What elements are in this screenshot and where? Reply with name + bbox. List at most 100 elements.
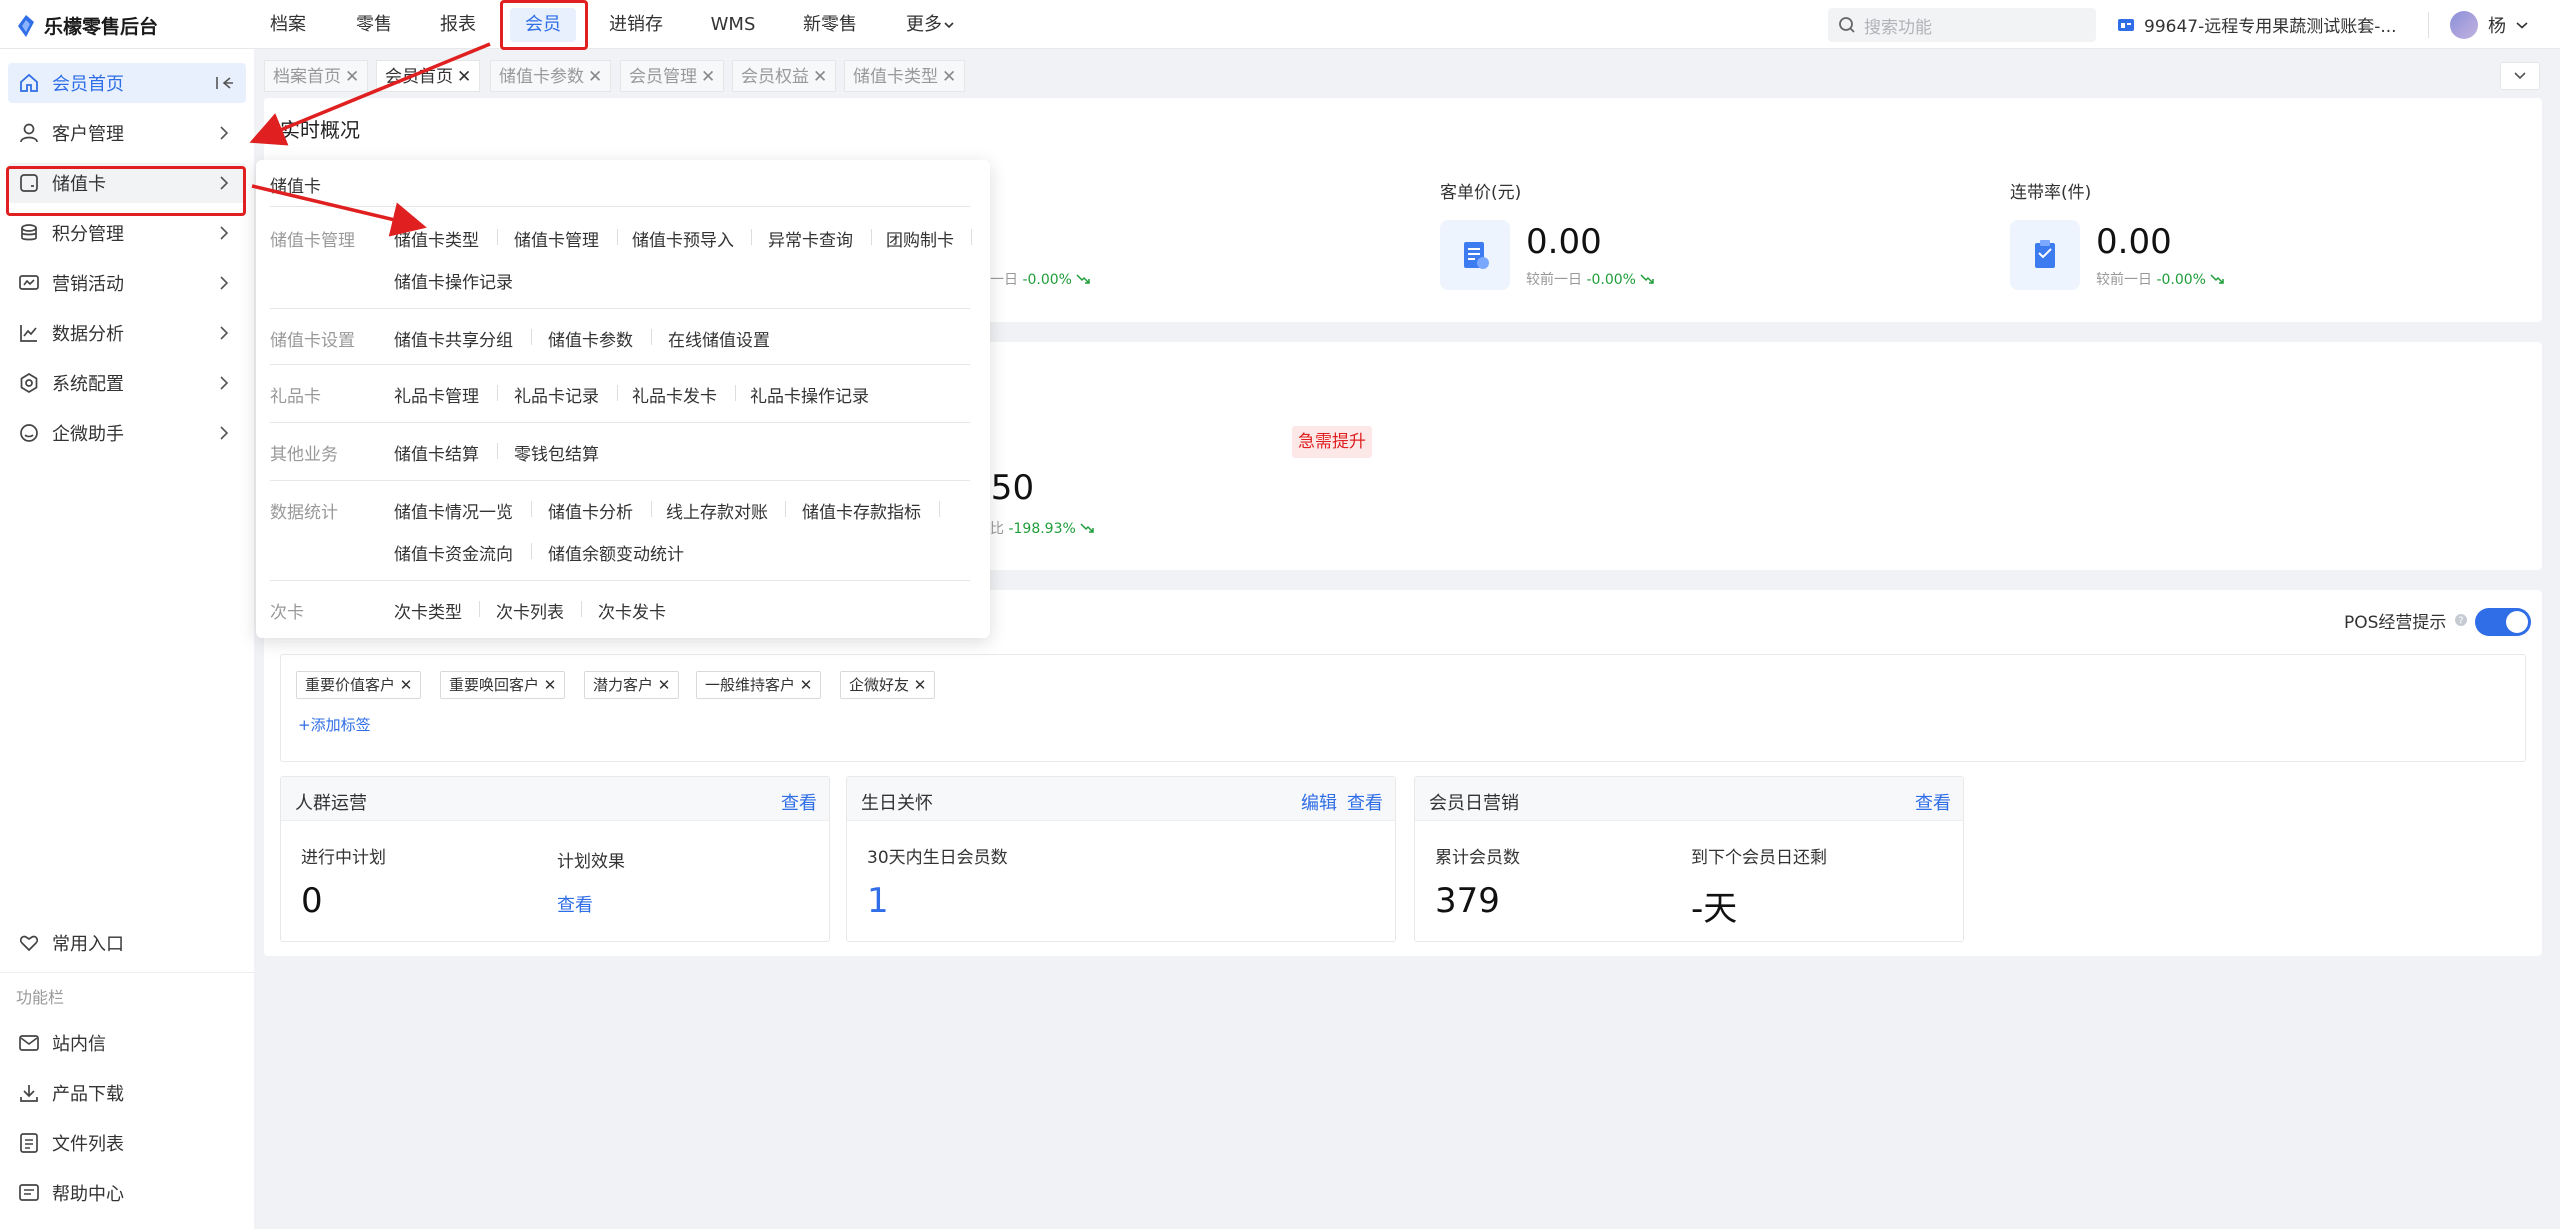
menu-item-group-card-making[interactable]: 团购制卡	[886, 226, 954, 251]
tabs-dropdown-button[interactable]	[2500, 62, 2540, 90]
tab-member-management[interactable]: 会员管理 ✕	[620, 60, 725, 92]
birthday-count-value[interactable]: 1	[867, 881, 889, 921]
close-icon[interactable]: ✕	[544, 676, 557, 694]
menu-item-card-analysis[interactable]: 储值卡分析	[548, 498, 633, 523]
sidebar-item-customer[interactable]: 客户管理	[8, 113, 246, 153]
topnav-item-new-retail[interactable]: 新零售	[800, 0, 860, 49]
tag-chip[interactable]: 一般维持客户 ✕	[696, 671, 822, 699]
sidebar-item-points[interactable]: 积分管理	[8, 213, 246, 253]
collapse-sidebar-icon[interactable]	[214, 73, 234, 93]
view-link[interactable]: 查看	[1915, 789, 1951, 815]
topnav-item-reports[interactable]: 报表	[436, 0, 480, 49]
mega-separator	[479, 601, 480, 617]
plan-effect-link[interactable]: 查看	[557, 891, 593, 917]
sidebar-item-system-config[interactable]: 系统配置	[8, 363, 246, 403]
close-icon[interactable]: ✕	[400, 676, 413, 694]
help-icon[interactable]: ?	[2454, 613, 2468, 627]
svg-text:?: ?	[2458, 616, 2463, 627]
tab-stored-card-params[interactable]: 储值卡参数 ✕	[490, 60, 612, 92]
close-icon[interactable]: ✕	[457, 67, 471, 87]
tab-member-home[interactable]: 会员首页 ✕	[376, 60, 481, 92]
mega-separator	[751, 229, 752, 245]
tag-label: 企微好友	[849, 676, 910, 694]
stat-compare-attach-rate: 较前一日 -0.00%	[2096, 269, 2225, 289]
close-icon[interactable]: ✕	[813, 67, 827, 87]
view-link[interactable]: 查看	[1347, 789, 1383, 815]
compare-text: 较前一日	[1526, 272, 1582, 288]
menu-item-gift-card-operation-log[interactable]: 礼品卡操作记录	[750, 382, 869, 407]
sidebar-item-analytics[interactable]: 数据分析	[8, 313, 246, 353]
close-icon[interactable]: ✕	[588, 67, 602, 87]
topbar-divider	[2428, 12, 2429, 38]
add-tag-link[interactable]: +添加标签	[298, 714, 371, 735]
sidebar-item-wecom[interactable]: 企微助手	[8, 413, 246, 453]
sidebar-item-download[interactable]: 产品下载	[8, 1073, 246, 1113]
menu-item-times-card-issue[interactable]: 次卡发卡	[598, 598, 666, 623]
menu-item-online-deposit-reconcile[interactable]: 线上存款对账	[666, 498, 768, 523]
pos-tip-toggle[interactable]	[2475, 608, 2531, 636]
tag-chip[interactable]: 企微好友 ✕	[840, 671, 936, 699]
sidebar-item-file-list[interactable]: 文件列表	[8, 1123, 246, 1163]
tab-member-rights[interactable]: 会员权益 ✕	[732, 60, 837, 92]
menu-item-online-recharge-settings[interactable]: 在线储值设置	[668, 326, 770, 351]
sidebar-common-entry[interactable]: 常用入口	[8, 923, 246, 963]
store-selector[interactable]: 99647-远程专用果蔬测试账套-...	[2116, 0, 2397, 49]
user-menu[interactable]: 杨	[2450, 0, 2528, 49]
menu-item-wallet-settlement[interactable]: 零钱包结算	[514, 440, 599, 465]
menu-item-card-fund-flow[interactable]: 储值卡资金流向	[394, 540, 513, 565]
close-icon[interactable]: ✕	[914, 676, 927, 694]
mega-separator	[497, 229, 498, 245]
edit-link[interactable]: 编辑	[1301, 789, 1337, 815]
tab-stored-card-type[interactable]: 储值卡类型 ✕	[844, 60, 966, 92]
close-icon[interactable]: ✕	[942, 67, 956, 87]
sidebar-item-help[interactable]: 帮助中心	[8, 1173, 246, 1213]
plan-effect-label: 计划效果	[557, 852, 625, 872]
menu-item-card-preimport[interactable]: 储值卡预导入	[632, 226, 734, 251]
topnav-item-wms[interactable]: WMS	[708, 0, 758, 49]
menu-item-times-card-list[interactable]: 次卡列表	[496, 598, 564, 623]
tab-archive-home[interactable]: 档案首页 ✕	[264, 60, 369, 92]
close-icon[interactable]: ✕	[701, 67, 715, 87]
topnav-item-more[interactable]: 更多	[904, 0, 944, 49]
mega-category: 次卡	[270, 603, 304, 623]
menu-item-card-params[interactable]: 储值卡参数	[548, 326, 633, 351]
tabs-bar: 档案首页 ✕ 会员首页 ✕ 储值卡参数 ✕ 会员管理 ✕ 会员权益 ✕ 储值卡类型 ✕	[264, 58, 2542, 94]
app-logo[interactable]: 乐檬零售后台	[16, 12, 158, 39]
menu-item-card-management[interactable]: 储值卡管理	[514, 226, 599, 251]
tag-chip[interactable]: 重要唤回客户 ✕	[440, 671, 566, 699]
mega-separator	[497, 385, 498, 401]
tab-label: 会员首页	[385, 67, 453, 87]
topnav-item-inventory[interactable]: 进销存	[606, 0, 666, 49]
stat-icon-avg-price	[1440, 220, 1510, 290]
menu-item-balance-change-stats[interactable]: 储值余额变动统计	[548, 540, 684, 565]
menu-item-card-share-group[interactable]: 储值卡共享分组	[394, 326, 513, 351]
menu-item-card-deposit-metrics[interactable]: 储值卡存款指标	[802, 498, 921, 523]
menu-item-card-operation-log[interactable]: 储值卡操作记录	[394, 268, 513, 293]
sidebar-item-inbox[interactable]: 站内信	[8, 1023, 246, 1063]
topnav-item-archive[interactable]: 档案	[266, 0, 310, 49]
store-name: 99647-远程专用果蔬测试账套-...	[2144, 17, 2397, 37]
menu-item-card-type[interactable]: 储值卡类型	[394, 226, 479, 251]
sidebar-item-label: 系统配置	[52, 374, 124, 395]
mega-category: 数据统计	[270, 503, 338, 523]
logo-icon	[18, 14, 34, 37]
sidebar-item-member-home[interactable]: 会员首页	[8, 63, 246, 103]
menu-item-card-settlement[interactable]: 储值卡结算	[394, 440, 479, 465]
tag-chip[interactable]: 重要价值客户 ✕	[296, 671, 422, 699]
mega-separator	[581, 601, 582, 617]
topnav-item-retail[interactable]: 零售	[352, 0, 396, 49]
download-icon	[20, 1085, 38, 1102]
view-link[interactable]: 查看	[781, 789, 817, 815]
close-icon[interactable]: ✕	[345, 67, 359, 87]
search-box[interactable]: 搜索功能	[1828, 8, 2096, 42]
menu-item-card-overview[interactable]: 储值卡情况一览	[394, 498, 513, 523]
tag-chip[interactable]: 潜力客户 ✕	[584, 671, 680, 699]
sidebar-item-marketing[interactable]: 营销活动	[8, 263, 246, 303]
close-icon[interactable]: ✕	[800, 676, 813, 694]
close-icon[interactable]: ✕	[658, 676, 671, 694]
menu-item-gift-card-records[interactable]: 礼品卡记录	[514, 382, 599, 407]
menu-item-gift-card-management[interactable]: 礼品卡管理	[394, 382, 479, 407]
menu-item-gift-card-issue[interactable]: 礼品卡发卡	[632, 382, 717, 407]
menu-item-times-card-type[interactable]: 次卡类型	[394, 598, 462, 623]
menu-item-abnormal-card-query[interactable]: 异常卡查询	[768, 226, 853, 251]
